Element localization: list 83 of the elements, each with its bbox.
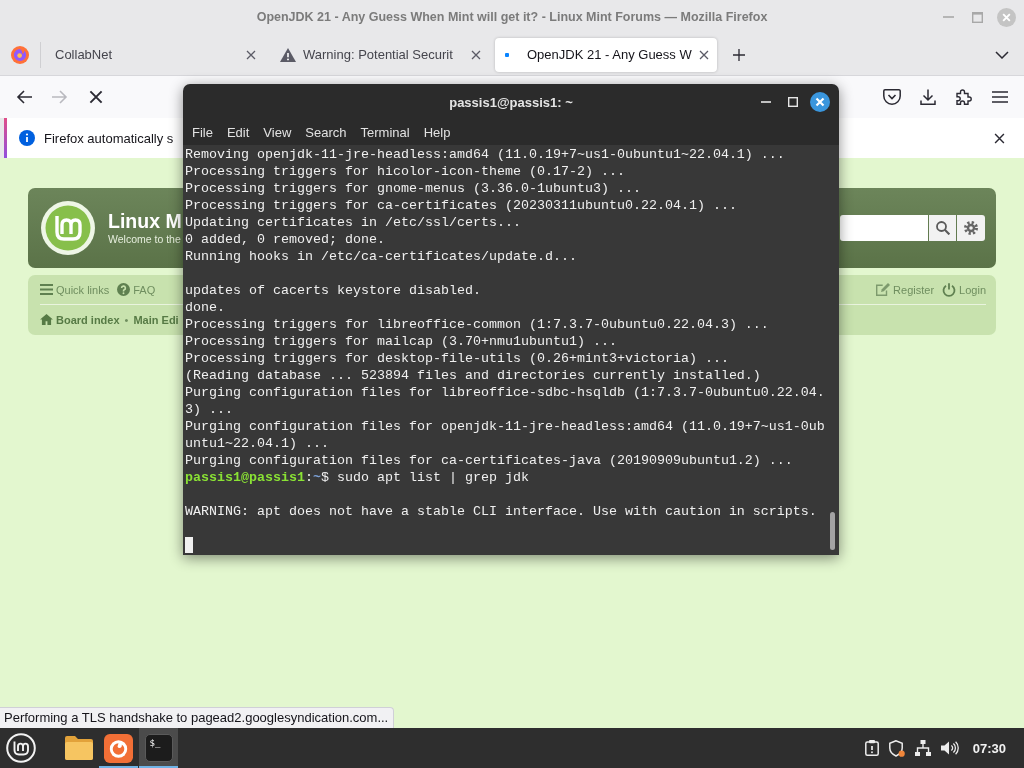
browser-tab[interactable]: OpenJDK 21 - Any Guess W — [495, 37, 717, 72]
search-icon — [935, 221, 950, 235]
close-icon — [246, 49, 256, 60]
close-icon — [810, 92, 830, 112]
browser-tab[interactable]: Warning: Potential Securit — [270, 37, 492, 72]
shield-icon[interactable] — [888, 739, 905, 757]
cross-icon — [89, 90, 103, 104]
terminal-line: Updating certificates in /etc/ssl/certs... — [185, 214, 521, 231]
terminal-icon: $_ — [144, 734, 173, 762]
terminal-line: updates of cacerts keystore disabled. — [185, 282, 481, 299]
terminal-line: 3) ... — [185, 401, 233, 418]
terminal-line: 0 added, 0 removed; done. — [185, 231, 385, 248]
volume-icon[interactable] — [940, 741, 959, 755]
menu-item[interactable]: Help — [416, 120, 458, 145]
menu-icon — [992, 91, 1008, 103]
browser-icon — [104, 733, 133, 763]
warning-icon — [280, 47, 296, 62]
site-tagline: Welcome to the — [108, 233, 181, 246]
edit-icon — [876, 283, 891, 296]
window-title: passis1@passis1: ~ — [449, 94, 573, 110]
advanced-search-button[interactable] — [957, 215, 985, 241]
download-icon — [920, 89, 936, 105]
search-field[interactable] — [840, 215, 928, 241]
logo-icon — [11, 45, 29, 64]
help-icon — [117, 283, 131, 296]
close-icon — [996, 7, 1016, 27]
terminal-line: Processing triggers for gnome-menus (3.36.0-1ubuntu3) ... — [185, 180, 641, 197]
terminal-line: untu1~22.04.1) ... — [185, 435, 329, 452]
clock[interactable]: 07:30 — [972, 740, 1006, 756]
terminal-line: Processing triggers for desktop-file-utils (0.26+mint3+victoria) ... — [185, 350, 729, 367]
clipboard-alert-icon[interactable] — [864, 740, 879, 756]
terminal-line: Purging configuration files for openjdk-11-jre-headless:amd64 (11.0.19+7~us1-0ub — [185, 418, 825, 435]
puzzle-icon — [956, 89, 972, 105]
window-title: OpenJDK 21 - Any Guess When Mint will get it? - Linux Mint Forums — Mozilla Firefox — [256, 10, 768, 24]
home-icon — [40, 314, 53, 325]
minimize-icon — [761, 101, 771, 103]
terminal-line: done. — [185, 299, 225, 316]
breadcrumb-separator: • — [124, 313, 129, 326]
close-icon — [471, 49, 481, 60]
menu-icon — [40, 284, 53, 295]
logo-icon — [41, 201, 95, 255]
forward-arrow-icon — [52, 90, 68, 104]
terminal-launcher[interactable]: $_ — [139, 728, 178, 768]
maximize-icon — [971, 11, 983, 23]
terminal-line: Purging configuration files for ca-certificates-java (20190909ubuntu1.2) ... — [185, 452, 793, 469]
network-icon[interactable] — [914, 740, 931, 756]
close-button[interactable] — [809, 91, 831, 113]
terminal-line: Processing triggers for ca-certificates (20230311ubuntu0.22.04.1) ... — [185, 197, 737, 214]
terminal-line: Removing openjdk-11-jre-headless:amd64 (11.0.19+7~us1-0ubuntu1~22.04.1) ... — [185, 146, 785, 163]
info-icon — [19, 130, 35, 146]
pocket-icon — [883, 89, 901, 105]
menu-item[interactable]: File — [185, 120, 220, 145]
menu-item[interactable]: View — [256, 120, 299, 145]
status-text: Performing a TLS handshake to pagead2.googlesyndication.com... — [0, 707, 395, 728]
chevron-down-icon — [995, 50, 1009, 59]
site-title: Linux M — [108, 210, 182, 233]
close-icon — [698, 49, 709, 60]
menu-item[interactable]: Terminal — [353, 120, 417, 145]
terminal-line: Processing triggers for mailcap (3.70+nmu1ubuntu1) ... — [185, 333, 617, 350]
power-icon — [942, 282, 957, 297]
terminal-line: Purging configuration files for libreoffice-sdbc-hsqldb (1:7.3.7-0ubuntu0.22.04. — [185, 384, 825, 401]
terminal-line: Processing triggers for libreoffice-common (1:7.3.7-0ubuntu0.22.04.3) ... — [185, 316, 769, 333]
menu-item[interactable]: Search — [298, 120, 354, 145]
scrollbar-thumb[interactable] — [830, 512, 835, 550]
terminal-line: passis1@passis1:~$ sudo apt list | grep jdk — [185, 469, 529, 486]
menu-item[interactable]: Edit — [219, 120, 257, 145]
back-arrow-icon — [16, 90, 32, 104]
maximize-icon — [788, 97, 798, 107]
terminal-line: WARNING: apt does not have a stable CLI interface. Use with caution in scripts. — [185, 503, 817, 520]
gear-icon — [964, 221, 978, 235]
notification-text: Firefox automatically s — [44, 130, 174, 146]
folder-icon — [63, 735, 94, 761]
minimize-icon — [942, 16, 954, 18]
close-icon — [993, 132, 1005, 144]
breadcrumb-link[interactable]: Board index — [40, 313, 120, 326]
terminal-line: Processing triggers for hicolor-icon-theme (0.17-2) ... — [185, 163, 625, 180]
terminal-line: (Reading database ... 523894 files and directories currently installed.) — [185, 367, 761, 384]
plus-icon — [733, 48, 745, 61]
breadcrumb-link[interactable]: Main Edi — [133, 313, 179, 326]
terminal-line: Running hooks in /etc/ca-certificates/update.d... — [185, 248, 577, 265]
logo-icon — [6, 733, 36, 763]
browser-tab[interactable]: CollabNet — [45, 37, 267, 72]
search-button[interactable] — [929, 215, 956, 241]
